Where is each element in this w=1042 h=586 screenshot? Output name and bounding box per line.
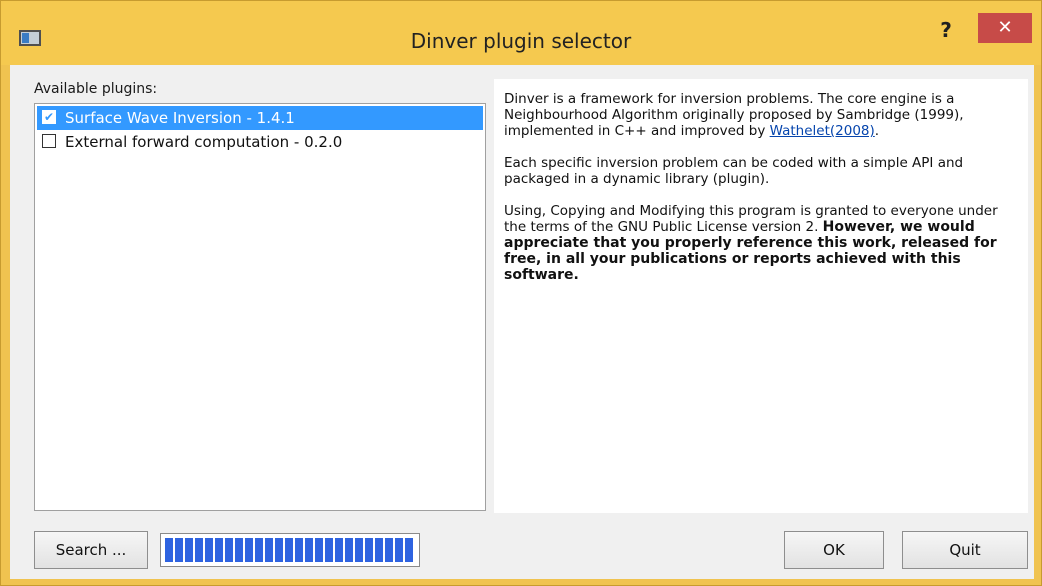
plugin-list[interactable]: ✔ Surface Wave Inversion - 1.4.1 Externa… <box>34 103 486 511</box>
plugin-item-label: Surface Wave Inversion - 1.4.1 <box>65 109 295 127</box>
description-panel: Dinver is a framework for inversion prob… <box>494 79 1028 513</box>
help-button[interactable]: ? <box>926 15 966 45</box>
available-plugins-label: Available plugins: <box>34 81 158 97</box>
plugin-item-label: External forward computation - 0.2.0 <box>65 133 343 151</box>
description-text: Dinver is a framework for inversion prob… <box>504 91 964 139</box>
plugin-item-surface-wave-inversion[interactable]: ✔ Surface Wave Inversion - 1.4.1 <box>37 106 483 130</box>
progress-fill <box>165 538 415 562</box>
dialog-body: Available plugins: ✔ Surface Wave Invers… <box>10 65 1034 579</box>
title-bar[interactable]: Dinver plugin selector ? ✕ <box>1 1 1041 65</box>
description-paragraph-3: Using, Copying and Modifying this progra… <box>504 203 1012 283</box>
description-paragraph-2: Each specific inversion problem can be c… <box>504 155 964 187</box>
checkbox-checked[interactable]: ✔ <box>42 110 56 124</box>
search-button[interactable]: Search ... <box>34 531 148 569</box>
window-title: Dinver plugin selector <box>410 29 632 53</box>
plugin-item-external-forward-computation[interactable]: External forward computation - 0.2.0 <box>37 130 483 154</box>
checkbox-unchecked[interactable] <box>42 134 56 148</box>
description-paragraph-1: Dinver is a framework for inversion prob… <box>504 91 1012 139</box>
quit-button[interactable]: Quit <box>902 531 1028 569</box>
search-progress-bar <box>160 533 420 567</box>
dialog-window: Dinver plugin selector ? ✕ Available plu… <box>0 0 1042 586</box>
ok-button[interactable]: OK <box>784 531 884 569</box>
close-button[interactable]: ✕ <box>978 13 1032 43</box>
description-text: . <box>874 123 880 139</box>
wathelet-reference-link[interactable]: Wathelet(2008) <box>770 123 875 139</box>
